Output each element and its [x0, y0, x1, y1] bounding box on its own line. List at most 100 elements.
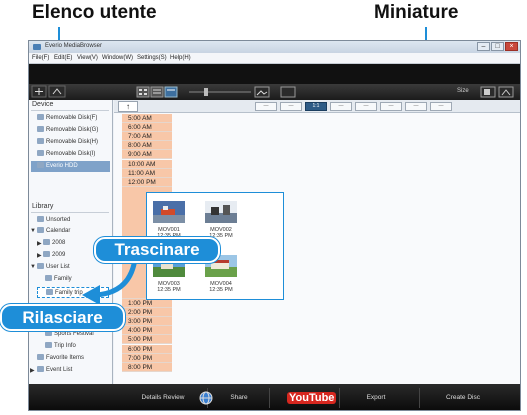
menu-settings[interactable]: Settings(S) — [137, 55, 167, 61]
library-section-header: Library — [32, 203, 54, 210]
event-icon — [37, 366, 44, 373]
view-list-icon[interactable] — [150, 86, 164, 98]
folder-icon — [45, 330, 52, 337]
time-row: 10:00 AM — [122, 159, 172, 169]
divider — [31, 212, 109, 213]
export-button[interactable]: Export — [341, 392, 411, 404]
drag-label: Trascinare — [94, 237, 220, 263]
view-tab[interactable]: — — [380, 102, 402, 111]
library-item-favorites[interactable]: Favorite Items — [37, 353, 84, 364]
library-item-unsorted[interactable]: Unsorted — [37, 215, 70, 226]
library-item-event-list[interactable]: Event List — [37, 365, 72, 376]
thumbnail-image[interactable] — [205, 201, 237, 223]
time-row: 8:00 AM — [122, 141, 172, 151]
time-row: 12:00 PM — [122, 177, 172, 187]
divider — [269, 388, 270, 408]
size-label: Size — [457, 88, 469, 94]
calendar-icon — [43, 251, 50, 258]
view-bar: ↑ — — 1:1 — — — — — — [114, 100, 520, 113]
time-row: 6:00 AM — [122, 123, 172, 133]
menu-bar: File(F) Edit(E) View(V) Window(W) Settin… — [29, 53, 520, 64]
view-calendar-icon[interactable] — [164, 86, 178, 98]
toolbar: Size — [29, 84, 520, 100]
user-list-callout: Elenco utente — [32, 2, 157, 23]
maximize-button[interactable]: □ — [491, 42, 504, 51]
expand-arrow-icon[interactable]: ▶ — [30, 367, 35, 374]
share-button[interactable]: Share — [214, 392, 264, 404]
menu-edit[interactable]: Edit(E) — [54, 55, 72, 61]
time-row: 3:00 PM — [122, 317, 172, 327]
view-tab[interactable]: — — [405, 102, 427, 111]
youtube-button[interactable]: YouTube — [287, 390, 337, 406]
expand-arrow-icon[interactable]: ▼ — [30, 228, 36, 234]
disk-icon — [37, 126, 44, 133]
device-item-everio[interactable]: Everio HDD — [31, 161, 110, 172]
time-row: 5:00 AM — [122, 114, 172, 123]
time-row: 7:00 AM — [122, 132, 172, 142]
thumbnail-image[interactable] — [153, 201, 185, 223]
photo-icon[interactable] — [254, 86, 270, 98]
expand-arrow-icon[interactable]: ▼ — [30, 264, 36, 270]
time-row: 8:00 PM — [122, 362, 172, 372]
expand-arrow-icon[interactable]: ▶ — [37, 240, 42, 247]
create-disc-button[interactable]: Create Disc — [424, 392, 502, 404]
library-item-calendar[interactable]: Calendar — [37, 226, 70, 237]
menu-help[interactable]: Help(H) — [170, 55, 191, 61]
view-tab[interactable]: — — [430, 102, 452, 111]
thumbnail-time: 12:35 PM — [157, 287, 181, 293]
device-item[interactable]: Removable Disk(F) — [37, 113, 97, 124]
thumbnail-time: 12:35 PM — [209, 287, 233, 293]
details-review-button[interactable]: Details Review — [124, 392, 202, 404]
sort-icon[interactable] — [480, 86, 496, 98]
time-row: 11:00 AM — [122, 168, 172, 178]
calendar-icon — [43, 239, 50, 246]
settings-icon[interactable] — [498, 86, 514, 98]
device-section-header: Device — [32, 101, 54, 108]
view-tab[interactable]: — — [255, 102, 277, 111]
expand-arrow-icon[interactable]: ▶ — [37, 252, 42, 259]
add-icon[interactable] — [31, 85, 47, 98]
monitor-icon[interactable] — [280, 86, 296, 98]
divider — [339, 388, 340, 408]
library-item-year[interactable]: 2008 — [43, 238, 65, 249]
disk-icon — [37, 150, 44, 157]
user-list-icon — [37, 263, 44, 270]
camcorder-icon — [37, 162, 44, 169]
device-item[interactable]: Removable Disk(H) — [37, 137, 98, 148]
view-tab[interactable]: — — [355, 102, 377, 111]
title-bar: Everio MediaBrowser – □ × — [29, 41, 520, 53]
disk-icon — [37, 114, 44, 121]
drop-label: Rilasciare — [0, 304, 125, 331]
star-icon — [37, 354, 44, 361]
import-icon[interactable] — [48, 85, 66, 98]
menu-file[interactable]: File(F) — [32, 55, 49, 61]
calendar-icon — [37, 227, 44, 234]
folder-icon — [45, 275, 52, 282]
youtube-logo: YouTube — [287, 392, 337, 404]
time-row: 9:00 AM — [122, 150, 172, 160]
folder-icon — [45, 342, 52, 349]
app-icon — [33, 44, 41, 50]
minimize-button[interactable]: – — [477, 42, 490, 51]
time-row: 7:00 PM — [122, 353, 172, 363]
device-item[interactable]: Removable Disk(I) — [37, 149, 95, 160]
header-band — [29, 64, 520, 84]
divider — [419, 388, 420, 408]
menu-view[interactable]: View(V) — [77, 55, 98, 61]
view-thumbnails-icon[interactable] — [136, 86, 150, 98]
view-tab[interactable]: — — [280, 102, 302, 111]
menu-window[interactable]: Window(W) — [102, 55, 133, 61]
up-folder-button[interactable]: ↑ — [118, 101, 138, 112]
zoom-slider[interactable] — [189, 88, 251, 96]
view-tab-selected[interactable]: 1:1 — [305, 102, 327, 111]
time-row: 4:00 PM — [122, 326, 172, 336]
close-button[interactable]: × — [505, 42, 518, 51]
view-tab[interactable]: — — [330, 102, 352, 111]
share-globe-icon — [199, 391, 213, 405]
thumbnails-callout: Miniature — [374, 2, 459, 23]
disk-icon — [37, 138, 44, 145]
folder-icon — [37, 216, 44, 223]
time-row: 6:00 PM — [122, 344, 172, 354]
user-list-item-trip[interactable]: Trip Info — [45, 341, 76, 352]
device-item[interactable]: Removable Disk(G) — [37, 125, 98, 136]
